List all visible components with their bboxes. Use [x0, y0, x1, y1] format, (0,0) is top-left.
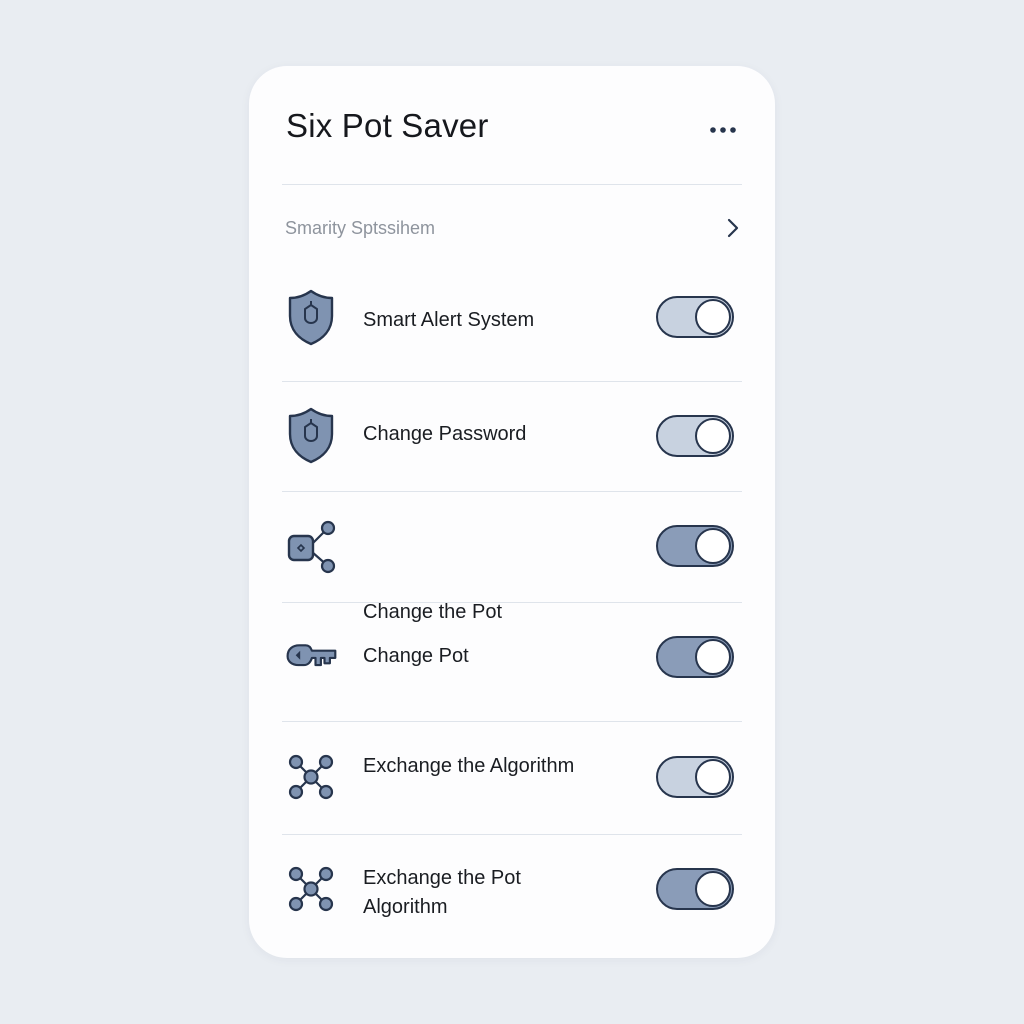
- setting-label: Exchange the Pot Algorithm: [363, 867, 521, 918]
- key-icon: [286, 644, 337, 667]
- toggle-knob: [695, 299, 731, 335]
- exchange-the-pot-algorithm-toggle[interactable]: [656, 868, 734, 910]
- section-label: Smarity Sptssihem: [285, 218, 436, 238]
- setting-row-exchange-the-pot-algorithm[interactable]: Exchange the Pot Algorithm: [282, 848, 742, 943]
- section-link[interactable]: Smarity Sptssihem: [282, 206, 742, 250]
- smart-alert-system-toggle[interactable]: [656, 296, 734, 338]
- change-the-pot-toggle[interactable]: [656, 525, 734, 567]
- setting-label: Exchange the Algorithm: [363, 755, 575, 777]
- setting-label: Change Pot: [363, 645, 469, 667]
- divider: [282, 184, 742, 185]
- divider: [282, 491, 742, 492]
- shield-icon: [288, 407, 334, 464]
- setting-row-change-pot[interactable]: Change Pot: [282, 616, 742, 716]
- network-icon: [288, 754, 334, 800]
- setting-row-smart-alert-system[interactable]: Smart Alert System: [282, 278, 742, 368]
- change-password-toggle[interactable]: [656, 415, 734, 457]
- toggle-knob: [695, 759, 731, 795]
- divider: [282, 834, 742, 835]
- chevron-right-icon: [727, 218, 739, 238]
- divider: [282, 381, 742, 382]
- share-node-icon: [287, 520, 336, 574]
- toggle-knob: [695, 528, 731, 564]
- change-pot-toggle[interactable]: [656, 636, 734, 678]
- setting-row-change-password[interactable]: Change Password: [282, 396, 742, 486]
- setting-label: Smart Alert System: [363, 309, 535, 331]
- more-options-button[interactable]: [703, 114, 743, 146]
- setting-row-change-the-pot[interactable]: Change the Pot: [282, 506, 742, 623]
- toggle-knob: [695, 418, 731, 454]
- page-title: Six Pot Saver: [286, 107, 489, 144]
- toggle-knob: [695, 639, 731, 675]
- setting-row-exchange-the-algorithm[interactable]: Exchange the Algorithm: [282, 736, 742, 831]
- toggle-knob: [695, 871, 731, 907]
- setting-label: Change Password: [363, 423, 527, 445]
- shield-icon: [288, 289, 334, 346]
- settings-card: Six Pot Saver Smarity Sptssihem Smart Al…: [249, 66, 775, 958]
- network-icon: [288, 866, 334, 912]
- more-horizontal-icon: [710, 127, 736, 133]
- divider: [282, 602, 742, 603]
- divider: [282, 721, 742, 722]
- exchange-the-algorithm-toggle[interactable]: [656, 756, 734, 798]
